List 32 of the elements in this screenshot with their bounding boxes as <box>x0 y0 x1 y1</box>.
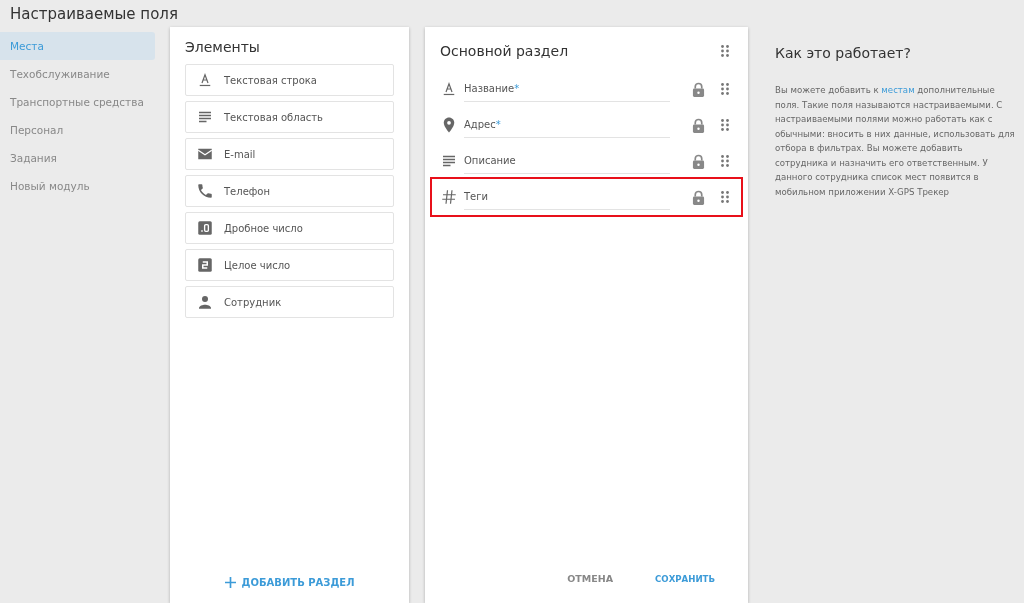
drag-handle-icon[interactable] <box>721 155 729 167</box>
element-item[interactable]: Целое число <box>185 249 394 281</box>
phone-icon <box>196 182 214 200</box>
cancel-button[interactable]: ОТМЕНА <box>561 570 619 587</box>
element-item[interactable]: Телефон <box>185 175 394 207</box>
person-icon <box>196 293 214 311</box>
drag-handle-icon[interactable] <box>721 191 729 203</box>
input-field[interactable]: Адрес* <box>464 112 670 138</box>
lock-icon[interactable] <box>692 81 705 97</box>
lock-icon[interactable] <box>692 189 705 205</box>
section-title: Основной раздел <box>440 43 569 59</box>
lock-icon[interactable] <box>692 117 705 133</box>
help-title: Как это работает? <box>775 45 912 61</box>
page-title: Настраиваемые поля <box>9 4 179 25</box>
decimal-number-icon <box>196 219 214 237</box>
element-item[interactable]: Текстовая область <box>185 101 394 133</box>
plus-icon <box>224 577 236 588</box>
input-field[interactable]: Название* <box>464 76 670 102</box>
drag-handle-icon[interactable] <box>721 119 729 131</box>
input-field[interactable]: Теги <box>464 184 670 210</box>
element-item[interactable]: E-mail <box>185 138 394 170</box>
input-field[interactable]: Описание <box>464 148 670 174</box>
element-item[interactable]: Дробное число <box>185 212 394 244</box>
drag-handle-icon[interactable] <box>721 83 729 95</box>
drag-handle-icon[interactable] <box>721 45 729 57</box>
help-text: Вы можете добавить к местам дополнительные поля. Такие поля называются настраиваемыми. С настраиваемыми полями можно работать как с обычными: вносить в них данные, использовать для отбора в фильтрах. Вы можете добавить сотрудника и назначить его ответственным. У данного сотрудника список мест появится в мобильном приложении X-GPS Трекер <box>775 84 1015 199</box>
element-item[interactable]: Сотрудник <box>185 286 394 318</box>
lock-icon[interactable] <box>692 153 705 169</box>
element-item[interactable]: Текстовая строка <box>185 64 394 96</box>
card-title: Элементы <box>185 39 261 55</box>
hash-icon <box>440 188 458 206</box>
number-two-icon <box>196 256 214 274</box>
